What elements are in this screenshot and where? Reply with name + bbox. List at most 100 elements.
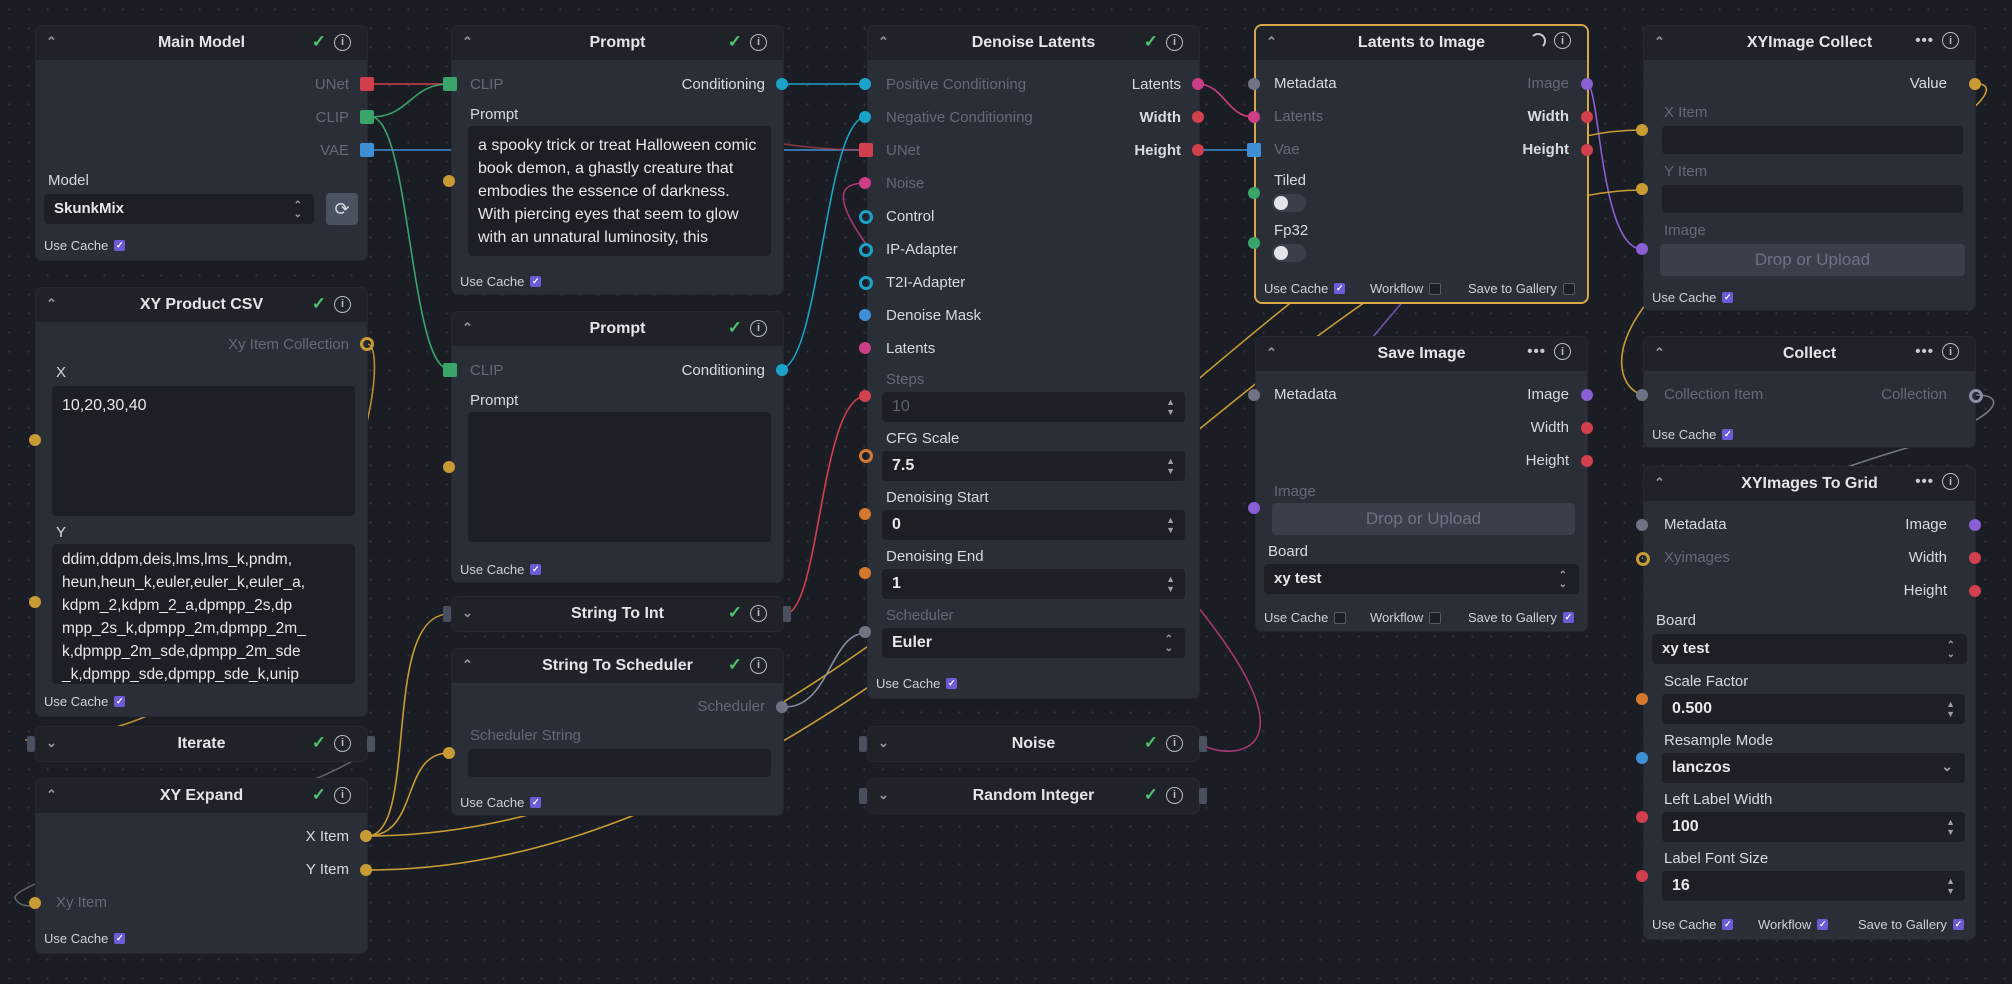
handle-collection-out[interactable]	[1969, 389, 1983, 403]
expand-icon[interactable]: ⌄	[462, 605, 473, 621]
stepper-icon[interactable]: ▲ ▼	[1166, 456, 1175, 476]
node-header[interactable]: ⌃ XY Product CSV ✓ i	[36, 288, 367, 322]
node-denoise-latents[interactable]: ⌃ Denoise Latents ✓ i Positive Conditioni…	[868, 26, 1199, 698]
handle-xyimages-in[interactable]	[1636, 552, 1650, 566]
node-string-to-int[interactable]: ⌄ String To Int ✓ i	[452, 597, 783, 631]
node-header[interactable]: ⌄ String To Int ✓ i	[452, 597, 783, 631]
node-prompt-negative[interactable]: ⌃ Prompt ✓ i CLIP Conditioning Prompt Use…	[452, 312, 783, 582]
node-main-model[interactable]: ⌃ Main Model ✓ i UNet CLIP VAE Model Skun…	[36, 26, 367, 260]
handle-latents-out[interactable]	[1192, 78, 1204, 90]
model-select[interactable]: SkunkMix ⌃ ⌄	[44, 194, 314, 224]
handle-vae-out[interactable]	[360, 143, 374, 157]
handle-image-in[interactable]	[1248, 502, 1260, 514]
workflow-toggle[interactable]: Workflow	[1370, 610, 1442, 625]
node-header[interactable]: ⌃ XYImage Collect ••• i	[1644, 26, 1975, 60]
handle-scheduler-out[interactable]	[776, 701, 788, 713]
handle-width-out[interactable]	[1969, 552, 1981, 564]
board-select[interactable]: xy test ⌃ ⌄	[1264, 564, 1579, 594]
handle-collection-item-in[interactable]	[1636, 389, 1648, 401]
handle-llw-in[interactable]	[1636, 811, 1648, 823]
handle-image-out[interactable]	[1581, 78, 1593, 90]
collapse-icon[interactable]: ⌃	[1266, 34, 1277, 50]
use-cache-toggle[interactable]: Use Cache ✓	[44, 238, 126, 253]
board-select[interactable]: xy test ⌃ ⌄	[1652, 634, 1967, 664]
y-item-input[interactable]	[1662, 185, 1963, 213]
handle-image-out[interactable]	[1581, 389, 1593, 401]
left-label-width-input[interactable]: 100 ▲ ▼	[1662, 812, 1965, 842]
use-cache-toggle[interactable]: Use Cache ✓	[44, 931, 126, 946]
handle-latents-in[interactable]	[1248, 111, 1260, 123]
save-to-gallery-toggle[interactable]: Save to Gallery ✓	[1468, 610, 1574, 625]
info-icon[interactable]: i	[1554, 343, 1571, 360]
denoising-start-input[interactable]: 0 ▲ ▼	[882, 510, 1185, 540]
node-xy-expand[interactable]: ⌃ XY Expand ✓ i X Item Y Item Xy Item Use…	[36, 779, 367, 953]
expand-icon[interactable]: ⌄	[878, 787, 889, 803]
handle-lfs-in[interactable]	[1636, 870, 1648, 882]
use-cache-toggle[interactable]: Use Cache ✓	[460, 274, 542, 289]
node-header[interactable]: ⌃ Denoise Latents ✓ i	[868, 26, 1199, 60]
node-save-image[interactable]: ⌃ Save Image ••• i Metadata Image Width H…	[1256, 337, 1587, 631]
handle-height-out[interactable]	[1192, 144, 1204, 156]
node-iterate[interactable]: ⌄ Iterate ✓ i	[36, 727, 367, 761]
handle-height-out[interactable]	[1969, 585, 1981, 597]
collapse-icon[interactable]: ⌃	[1654, 34, 1665, 50]
node-header[interactable]: ⌃ Latents to Image i	[1256, 26, 1587, 60]
handle-unet-in[interactable]	[859, 143, 873, 157]
node-string-to-scheduler[interactable]: ⌃ String To Scheduler ✓ i Scheduler Sched…	[452, 649, 783, 815]
handle-vae-in[interactable]	[1247, 143, 1261, 157]
use-cache-toggle[interactable]: Use Cache ✓	[460, 562, 542, 577]
collapse-icon[interactable]: ⌃	[462, 320, 473, 336]
node-xyimage-collect[interactable]: ⌃ XYImage Collect ••• i Value X Item Y It…	[1644, 26, 1975, 310]
node-header[interactable]: ⌄ Iterate ✓ i	[36, 727, 367, 761]
stepper-icon[interactable]: ▲ ▼	[1166, 574, 1175, 594]
collapse-icon[interactable]: ⌃	[46, 34, 57, 50]
handle-negative-in[interactable]	[859, 111, 871, 123]
handle-dstart-in[interactable]	[859, 508, 871, 520]
handle-noise-node-in[interactable]	[859, 736, 867, 752]
use-cache-toggle[interactable]: Use Cache ✓	[1652, 917, 1734, 932]
menu-icon[interactable]: •••	[1915, 473, 1934, 490]
handle-metadata-in[interactable]	[1248, 78, 1260, 90]
node-header[interactable]: ⌄ Noise ✓ i	[868, 727, 1199, 761]
handle-iterate-in[interactable]	[27, 736, 35, 752]
prompt-textarea[interactable]: a spooky trick or treat Halloween comic …	[468, 126, 771, 256]
handle-latents-in[interactable]	[859, 342, 871, 354]
handle-int-out[interactable]	[783, 606, 791, 622]
info-icon[interactable]: i	[750, 656, 767, 674]
prompt-textarea[interactable]	[468, 412, 771, 542]
y-textarea[interactable]: ddim,ddpm,deis,lms,lms_k,pndm, heun,heun…	[52, 544, 355, 684]
expand-icon[interactable]: ⌄	[878, 735, 889, 751]
collapse-icon[interactable]: ⌃	[46, 296, 57, 312]
handle-iterate-out[interactable]	[367, 736, 375, 752]
resample-mode-select[interactable]: lanczos ⌄	[1662, 753, 1965, 783]
handle-dend-in[interactable]	[859, 567, 871, 579]
handle-prompt-in[interactable]	[443, 175, 455, 187]
node-prompt-positive[interactable]: ⌃ Prompt ✓ i CLIP Conditioning Prompt a s…	[452, 26, 783, 294]
handle-height-out[interactable]	[1581, 455, 1593, 467]
info-icon[interactable]: i	[334, 734, 351, 752]
handle-width-out[interactable]	[1581, 111, 1593, 123]
collapse-icon[interactable]: ⌃	[1266, 345, 1277, 361]
image-drop-zone[interactable]: Drop or Upload	[1272, 503, 1575, 535]
refresh-button[interactable]: ⟳	[326, 193, 358, 225]
use-cache-toggle[interactable]: Use Cache ✓	[460, 795, 542, 810]
scale-factor-input[interactable]: 0.500 ▲ ▼	[1662, 694, 1965, 724]
handle-tiled-in[interactable]	[1248, 187, 1260, 199]
node-latents-to-image[interactable]: ⌃ Latents to Image i Metadata Latents Va…	[1256, 26, 1587, 302]
info-icon[interactable]: i	[750, 604, 767, 622]
handle-clip-in[interactable]	[443, 363, 457, 377]
handle-ip-adapter-in[interactable]	[859, 243, 873, 257]
info-icon[interactable]: i	[1942, 343, 1959, 360]
use-cache-toggle[interactable]: Use Cache ✓	[876, 676, 958, 691]
handle-t2i-in[interactable]	[859, 276, 873, 290]
handle-cfg-in[interactable]	[859, 449, 873, 463]
handle-steps-in[interactable]	[859, 390, 871, 402]
handle-positive-in[interactable]	[859, 78, 871, 90]
handle-conditioning-out[interactable]	[776, 364, 788, 376]
handle-noise-node-out[interactable]	[1199, 736, 1207, 752]
handle-xy-item-in[interactable]	[29, 897, 41, 909]
steps-input[interactable]: 10 ▲ ▼	[882, 392, 1185, 422]
info-icon[interactable]: i	[1166, 786, 1183, 804]
cfg-input[interactable]: 7.5 ▲ ▼	[882, 451, 1185, 481]
handle-clip-out[interactable]	[360, 110, 374, 124]
